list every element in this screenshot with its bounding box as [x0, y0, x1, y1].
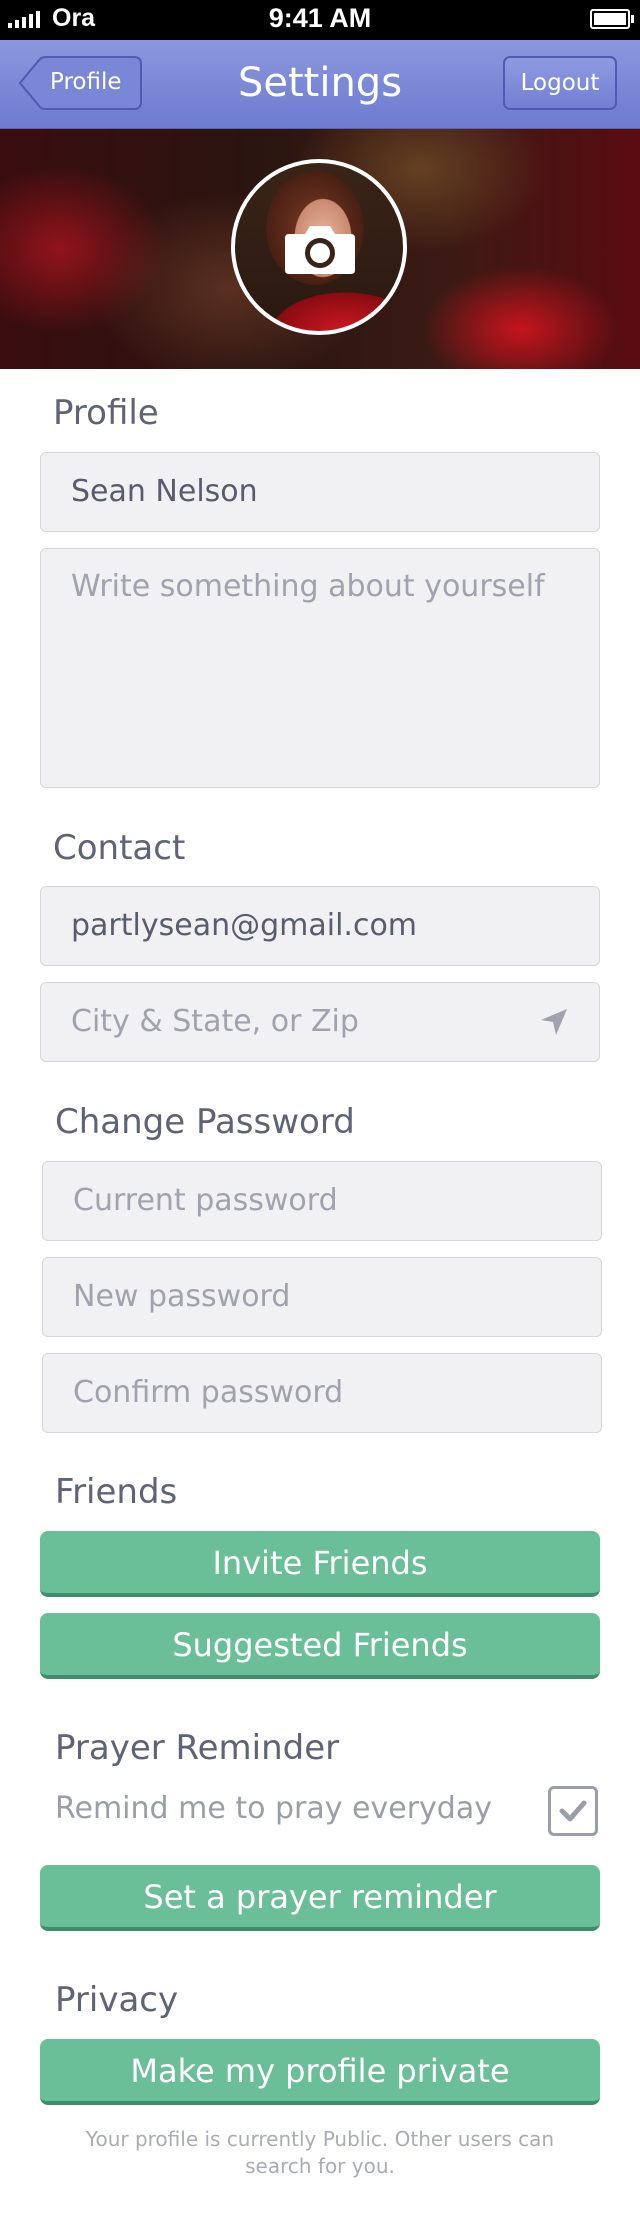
status-time: 9:41 AM — [268, 3, 372, 33]
privacy-status-note: Your profile is currently Public. Other … — [85, 2127, 555, 2178]
status-bar: Ora 9:41 AM — [0, 0, 640, 40]
location-placeholder: City & State, or Zip — [71, 1004, 359, 1039]
location-arrow-icon[interactable] — [539, 1007, 569, 1037]
suggested-friends-button[interactable]: Suggested Friends — [40, 1613, 600, 1679]
navigation-bar: Profile Settings Logout — [0, 40, 640, 129]
new-password-field[interactable]: New password — [42, 1257, 602, 1337]
remind-daily-label: Remind me to pray everyday — [55, 1791, 492, 1826]
set-prayer-reminder-button[interactable]: Set a prayer reminder — [40, 1865, 600, 1931]
contact-heading: Contact — [53, 828, 186, 868]
camera-icon[interactable] — [283, 222, 357, 276]
current-password-field[interactable]: Current password — [42, 1161, 602, 1241]
make-private-button[interactable]: Make my profile private — [40, 2039, 600, 2105]
logout-button[interactable]: Logout — [503, 56, 617, 110]
invite-friends-button[interactable]: Invite Friends — [40, 1531, 600, 1597]
profile-heading: Profile — [53, 393, 159, 433]
confirm-password-field[interactable]: Confirm password — [42, 1353, 602, 1433]
change-password-heading: Change Password — [55, 1102, 355, 1142]
prayer-reminder-heading: Prayer Reminder — [55, 1728, 340, 1768]
name-field[interactable]: Sean Nelson — [40, 452, 600, 532]
bio-textarea[interactable]: Write something about yourself — [40, 548, 600, 788]
email-field[interactable]: partlysean@gmail.com — [40, 886, 600, 966]
remind-daily-checkbox[interactable] — [548, 1786, 598, 1836]
checkmark-icon — [559, 1800, 587, 1822]
location-field[interactable]: City & State, or Zip — [40, 982, 600, 1062]
privacy-heading: Privacy — [55, 1980, 179, 2020]
friends-heading: Friends — [55, 1472, 178, 1512]
battery-icon — [590, 9, 634, 29]
